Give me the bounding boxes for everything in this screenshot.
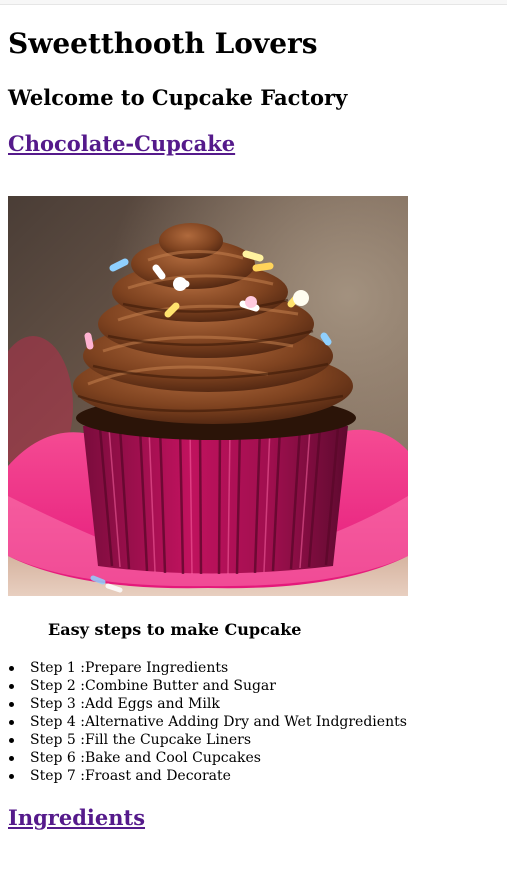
site-subtitle: Welcome to Cupcake Factory <box>8 85 348 110</box>
list-item: Step 2 :Combine Butter and Sugar <box>9 677 407 695</box>
list-item: Step 3 :Add Eggs and Milk <box>9 695 407 713</box>
list-item: Step 1 :Prepare Ingredients <box>9 659 407 677</box>
list-item: Step 5 :Fill the Cupcake Liners <box>9 731 407 749</box>
steps-list: Step 1 :Prepare Ingredients Step 2 :Comb… <box>8 659 407 785</box>
site-title: Sweetthooth Lovers <box>8 27 318 60</box>
browser-top-edge <box>0 0 507 5</box>
chocolate-cupcake-link[interactable]: Chocolate-Cupcake <box>8 131 235 156</box>
steps-title: Easy steps to make Cupcake <box>48 620 302 639</box>
cupcake-image <box>8 196 408 596</box>
list-item: Step 7 :Froast and Decorate <box>9 767 407 785</box>
ingredients-link[interactable]: Ingredients <box>8 805 145 830</box>
list-item: Step 4 :Alternative Adding Dry and Wet I… <box>9 714 407 730</box>
list-item: Step 6 :Bake and Cool Cupcakes <box>9 749 407 767</box>
